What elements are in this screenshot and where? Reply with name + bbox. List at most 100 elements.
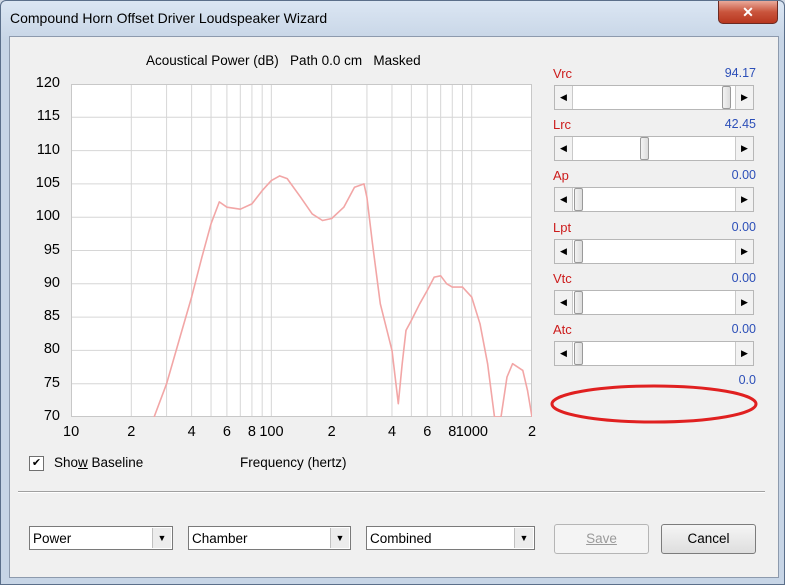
arrow-left-icon[interactable]: ◀ bbox=[555, 86, 573, 109]
data-point bbox=[405, 329, 407, 332]
data-point bbox=[363, 183, 365, 185]
slider-thumb[interactable] bbox=[640, 137, 649, 160]
data-point bbox=[511, 363, 514, 365]
x-tick-label: 4 bbox=[187, 424, 196, 440]
window-title: Compound Horn Offset Driver Loudspeaker … bbox=[10, 10, 328, 26]
title-bar: Compound Horn Offset Driver Loudspeaker … bbox=[1, 1, 784, 35]
arrow-right-icon[interactable]: ▶ bbox=[735, 86, 753, 109]
x-tick-label: 6 bbox=[423, 424, 432, 440]
arrow-right-icon[interactable]: ▶ bbox=[735, 291, 753, 314]
location-dropdown-value: Chamber bbox=[192, 531, 248, 546]
slider-thumb[interactable] bbox=[722, 86, 731, 109]
y-tick-label: 75 bbox=[43, 374, 60, 391]
x-tick-label: 2 bbox=[327, 424, 336, 440]
slider-label: Vrc bbox=[553, 66, 573, 81]
arrow-right-icon[interactable]: ▶ bbox=[735, 342, 753, 365]
data-point bbox=[210, 223, 212, 225]
y-tick-label: 115 bbox=[36, 108, 60, 125]
arrow-right-icon[interactable]: ▶ bbox=[735, 240, 753, 263]
x-tick-label: 8 bbox=[247, 424, 256, 440]
slider-thumb[interactable] bbox=[574, 291, 583, 314]
chart-title: Acoustical Power (dB) Path 0.0 cm Masked bbox=[146, 53, 421, 68]
measure-dropdown-value: Power bbox=[33, 531, 72, 546]
y-tick-label: 85 bbox=[43, 308, 60, 325]
x-tick-label: 2 bbox=[127, 424, 136, 440]
data-point bbox=[451, 286, 453, 288]
arrow-left-icon[interactable]: ◀ bbox=[555, 240, 573, 263]
data-point bbox=[366, 196, 368, 198]
data-point bbox=[179, 336, 181, 338]
chevron-down-icon[interactable]: ▼ bbox=[330, 528, 349, 548]
x-tick-label: 2 bbox=[528, 424, 537, 440]
y-tick-label: 110 bbox=[36, 141, 60, 158]
x-tick-label: 6 bbox=[222, 424, 231, 440]
arrow-left-icon[interactable]: ◀ bbox=[555, 342, 573, 365]
data-point bbox=[397, 403, 399, 405]
arrow-left-icon[interactable]: ◀ bbox=[555, 137, 573, 160]
data-point bbox=[286, 177, 288, 180]
arrow-right-icon[interactable]: ▶ bbox=[735, 137, 753, 160]
y-tick-label: 120 bbox=[35, 75, 60, 91]
chevron-down-icon[interactable]: ▼ bbox=[514, 528, 533, 548]
show-baseline-checkbox[interactable]: ✔ bbox=[29, 456, 44, 471]
x-tick-label: 4 bbox=[387, 424, 397, 440]
slider-value: 0.00 bbox=[731, 168, 756, 182]
data-point bbox=[371, 243, 374, 245]
data-point bbox=[446, 283, 448, 285]
data-point bbox=[410, 319, 412, 322]
slider-label: Ap bbox=[553, 168, 569, 183]
data-point bbox=[279, 175, 281, 177]
y-tick-label: 100 bbox=[35, 208, 60, 225]
separator bbox=[18, 491, 765, 493]
slider-thumb[interactable] bbox=[574, 188, 583, 211]
slider-label: Vtc bbox=[553, 271, 572, 286]
data-point bbox=[401, 363, 403, 365]
data-point bbox=[419, 303, 421, 305]
slider-vrc[interactable]: ◀ ▶ bbox=[554, 85, 754, 110]
slider-lrc[interactable]: ◀ ▶ bbox=[554, 136, 754, 161]
data-point bbox=[226, 206, 228, 208]
slider-label: Lrc bbox=[553, 117, 572, 132]
data-point bbox=[461, 286, 464, 288]
data-point bbox=[261, 189, 263, 192]
data-point bbox=[321, 219, 324, 222]
y-tick-label: 80 bbox=[43, 341, 60, 358]
data-point bbox=[471, 296, 473, 298]
data-point bbox=[379, 303, 381, 305]
mode-dropdown[interactable]: Combined ▼ bbox=[366, 526, 535, 550]
slider-atc[interactable]: ◀ ▶ bbox=[554, 341, 754, 366]
data-point bbox=[486, 363, 489, 365]
data-point bbox=[343, 206, 345, 208]
location-dropdown[interactable]: Chamber ▼ bbox=[188, 526, 351, 550]
close-button[interactable]: ✕ bbox=[718, 1, 778, 24]
data-point bbox=[522, 369, 524, 371]
slider-thumb[interactable] bbox=[574, 342, 583, 365]
chevron-down-icon[interactable]: ▼ bbox=[152, 528, 171, 548]
arrow-right-icon[interactable]: ▶ bbox=[735, 188, 753, 211]
data-point bbox=[331, 217, 333, 220]
data-point bbox=[426, 289, 428, 292]
slider-value: 0.00 bbox=[731, 322, 756, 336]
data-point bbox=[251, 203, 253, 205]
slider-vtc[interactable]: ◀ ▶ bbox=[554, 290, 754, 315]
slider-thumb[interactable] bbox=[574, 240, 583, 263]
slider-value: 0.00 bbox=[731, 220, 756, 234]
x-tick-label: 100 bbox=[259, 424, 284, 440]
data-point bbox=[270, 179, 272, 182]
data-point bbox=[479, 323, 481, 325]
data-point bbox=[218, 201, 220, 203]
slider-value: 0.00 bbox=[731, 271, 756, 285]
save-button[interactable]: Save bbox=[554, 524, 649, 554]
show-baseline-label[interactable]: Show Baseline bbox=[54, 455, 143, 470]
arrow-left-icon[interactable]: ◀ bbox=[555, 188, 573, 211]
arrow-left-icon[interactable]: ◀ bbox=[555, 291, 573, 314]
cancel-button[interactable]: Cancel bbox=[661, 524, 756, 554]
data-point bbox=[300, 196, 302, 198]
y-tick-label: 70 bbox=[43, 408, 60, 424]
slider-label: Atc bbox=[553, 322, 572, 337]
slider-lpt[interactable]: ◀ ▶ bbox=[554, 239, 754, 264]
data-point bbox=[433, 276, 435, 278]
slider-ap[interactable]: ◀ ▶ bbox=[554, 187, 754, 212]
slider-value: 42.45 bbox=[724, 117, 756, 131]
measure-dropdown[interactable]: Power ▼ bbox=[29, 526, 173, 550]
